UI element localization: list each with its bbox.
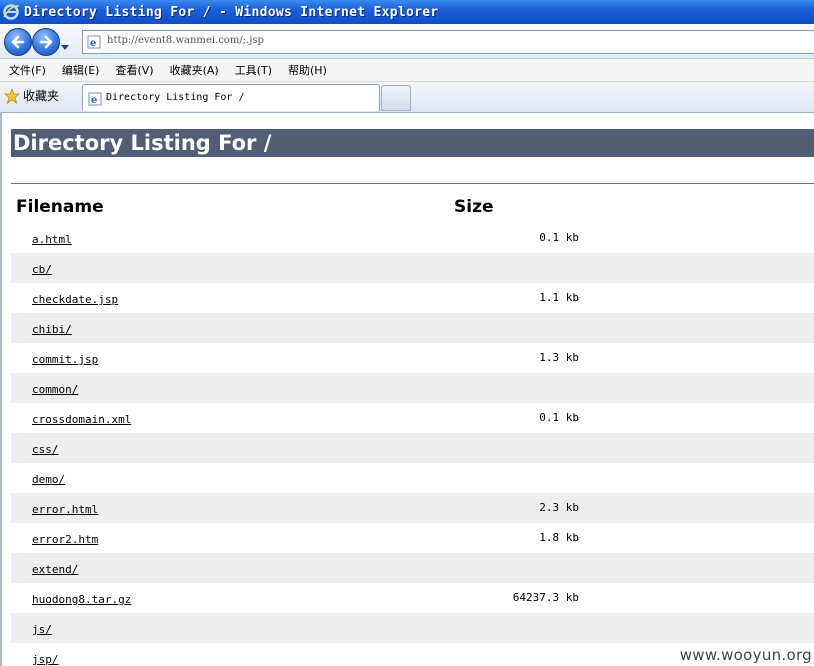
file-link[interactable]: commit.jsp: [32, 353, 98, 366]
window-title: Directory Listing For / - Windows Intern…: [24, 4, 439, 20]
table-row: chibi/: [11, 313, 814, 343]
back-arrow-icon: [11, 35, 25, 49]
forward-arrow-icon: [39, 35, 53, 49]
back-button[interactable]: [4, 28, 32, 56]
menu-view[interactable]: 查看(V): [115, 62, 153, 78]
table-row: error2.htm 1.8 kb: [11, 523, 814, 553]
file-link[interactable]: checkdate.jsp: [32, 293, 118, 306]
table-row: a.html 0.1 kb: [11, 223, 814, 253]
file-list: a.html 0.1 kb cb/checkdate.jsp 1.1 kb chibi/…: [11, 223, 814, 666]
favorites-label: 收藏夹: [23, 89, 60, 103]
file-size: 0.1 kb: [539, 231, 579, 244]
table-row: demo/: [11, 463, 814, 493]
address-bar[interactable]: e http://event8.wanmei.com/;.jsp: [82, 30, 814, 54]
tab-directory-listing[interactable]: e Directory Listing For /: [82, 84, 380, 111]
page-title: Directory Listing For /: [11, 129, 814, 157]
forward-button[interactable]: [32, 28, 60, 56]
file-link[interactable]: jsp/: [32, 653, 59, 666]
menu-file[interactable]: 文件(F): [9, 62, 46, 78]
file-link[interactable]: huodong8.tar.gz: [32, 593, 131, 606]
favorites-button[interactable]: 收藏夹: [4, 87, 59, 104]
file-link[interactable]: crossdomain.xml: [32, 413, 131, 426]
file-size: 0.1 kb: [539, 411, 579, 424]
file-size: 64237.3 kb: [512, 591, 579, 604]
page-icon: e: [88, 91, 102, 106]
table-row: commit.jsp 1.3 kb: [11, 343, 814, 373]
svg-text:e: e: [91, 95, 97, 106]
menu-tools[interactable]: 工具(T): [235, 62, 272, 78]
navigation-bar: e http://event8.wanmei.com/;.jsp: [0, 24, 814, 59]
file-link[interactable]: common/: [32, 383, 78, 396]
table-row: extend/: [11, 553, 814, 583]
file-link[interactable]: extend/: [32, 563, 78, 576]
new-tab-button[interactable]: [381, 85, 411, 111]
table-row: huodong8.tar.gz 64237.3 kb: [11, 583, 814, 613]
file-link[interactable]: js/: [32, 623, 52, 636]
table-row: css/: [11, 433, 814, 463]
file-size: 1.8 kb: [539, 531, 579, 544]
table-row: cb/: [11, 253, 814, 283]
address-url[interactable]: http://event8.wanmei.com/;.jsp: [107, 35, 264, 46]
page-icon: e: [87, 34, 101, 49]
window-title-bar[interactable]: Directory Listing For / - Windows Intern…: [0, 0, 814, 24]
menu-edit[interactable]: 编辑(E): [62, 62, 100, 78]
column-header-filename: Filename: [16, 197, 104, 217]
file-size: 2.3 kb: [539, 501, 579, 514]
internet-explorer-icon: [2, 3, 20, 21]
file-link[interactable]: chibi/: [32, 323, 72, 336]
file-link[interactable]: cb/: [32, 263, 52, 276]
menu-bar: 文件(F) 编辑(E) 查看(V) 收藏夹(A) 工具(T) 帮助(H): [0, 59, 814, 82]
file-link[interactable]: a.html: [32, 233, 72, 246]
menu-help[interactable]: 帮助(H): [288, 62, 327, 78]
file-link[interactable]: error2.htm: [32, 533, 98, 546]
file-link[interactable]: error.html: [32, 503, 98, 516]
svg-text:e: e: [90, 38, 96, 49]
tab-title: Directory Listing For /: [106, 92, 245, 103]
table-row: common/: [11, 373, 814, 403]
tab-bar: 收藏夹 e Directory Listing For /: [0, 82, 814, 113]
divider: [11, 183, 814, 184]
table-row: crossdomain.xml 0.1 kb: [11, 403, 814, 433]
file-size: 1.3 kb: [539, 351, 579, 364]
page-content: Directory Listing For / Filename Size a.…: [0, 113, 814, 666]
column-header-size: Size: [454, 197, 494, 217]
menu-favorites[interactable]: 收藏夹(A): [170, 62, 219, 78]
table-row: error.html 2.3 kb: [11, 493, 814, 523]
star-icon: [4, 87, 20, 104]
table-row: checkdate.jsp 1.1 kb: [11, 283, 814, 313]
file-size: 1.1 kb: [539, 291, 579, 304]
file-link[interactable]: css/: [32, 443, 59, 456]
table-row: js/: [11, 613, 814, 643]
recent-pages-dropdown-icon[interactable]: [60, 37, 70, 56]
file-link[interactable]: demo/: [32, 473, 65, 486]
watermark: www.wooyun.org: [679, 646, 812, 664]
